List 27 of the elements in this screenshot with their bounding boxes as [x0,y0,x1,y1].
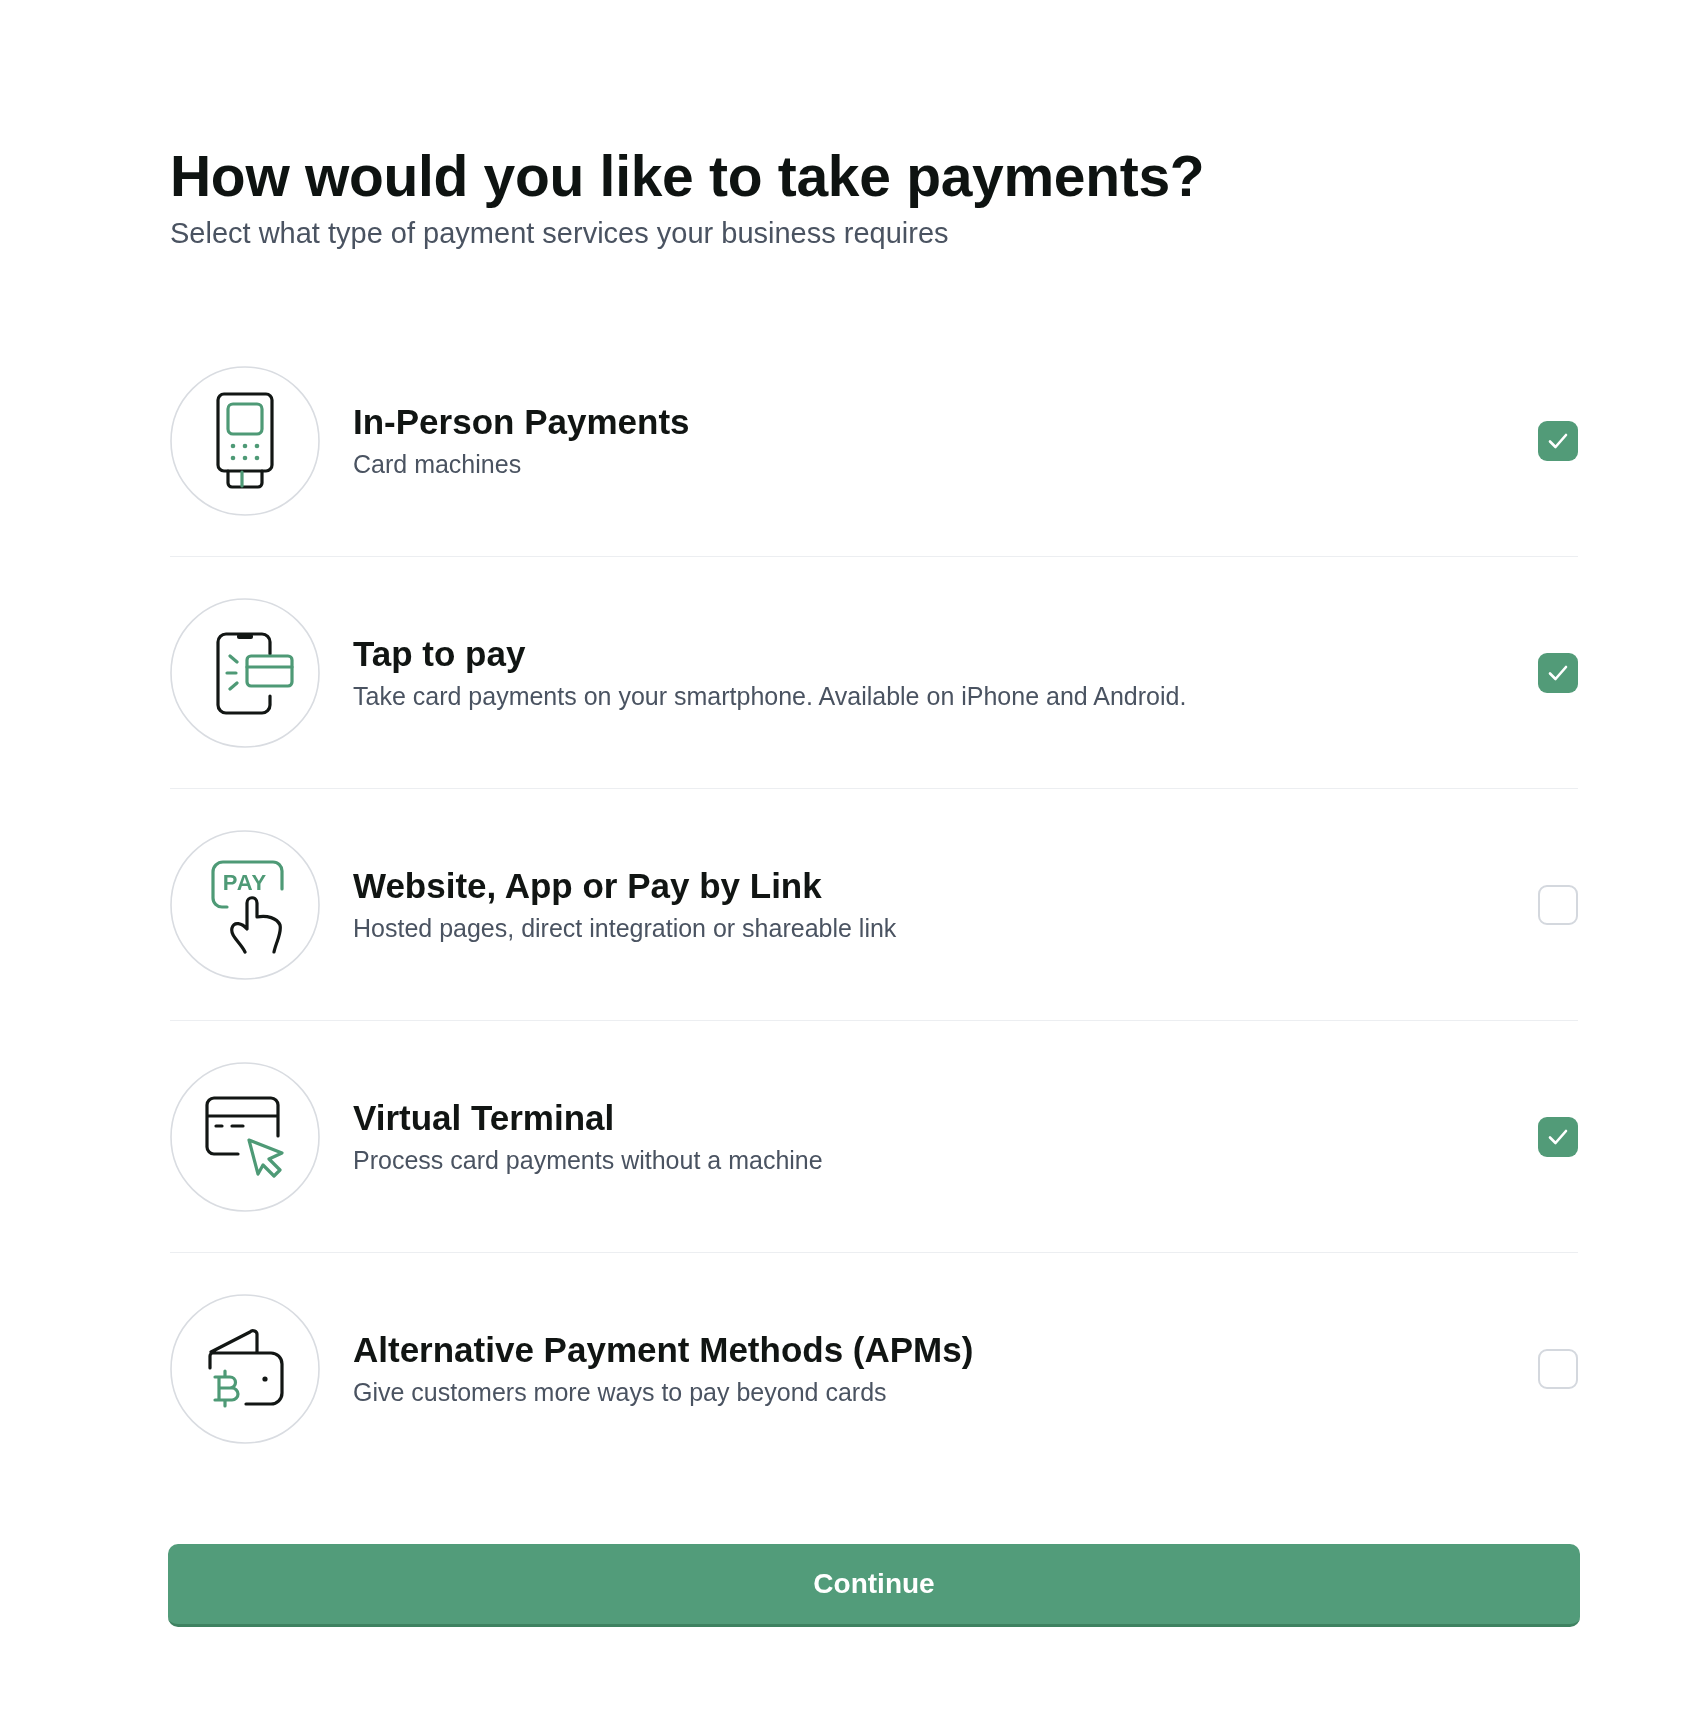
card-terminal-icon [170,366,320,517]
phone-card-icon [170,598,320,749]
option-description: Give customers more ways to pay beyond cards [353,1377,888,1409]
option-description: Take card payments on your smartphone. Available on iPhone and Android. [353,681,1188,713]
option-description: Card machines [353,449,523,481]
continue-button[interactable]: Continue [168,1544,1580,1628]
pointing-hand-icon [230,896,282,954]
bitcoin-wallet-icon [170,1294,320,1445]
option-title: In-Person Payments [353,400,691,443]
page-heading: How would you like to take payments? [170,143,1206,210]
pay-label: PAY [222,869,268,895]
option-description: Hosted pages, direct integration or shareable link [353,913,898,945]
checkbox[interactable] [1538,1117,1578,1158]
checkmark-icon [1548,1129,1568,1146]
checkmark-icon [1548,665,1568,682]
option-title: Website, App or Pay by Link [353,864,823,907]
option-title: Virtual Terminal [353,1096,616,1139]
option-title: Tap to pay [353,632,527,675]
option-title: Alternative Payment Methods (APMs) [353,1328,975,1371]
option-description: Process card payments without a machine [353,1145,824,1177]
checkbox[interactable] [1538,421,1578,462]
checkmark-icon [1548,433,1568,450]
card-cursor-icon [170,1062,320,1213]
page-subheading: Select what type of payment services your business requires [170,216,950,252]
checkbox[interactable] [1538,1349,1578,1390]
checkbox[interactable] [1538,885,1578,926]
checkbox[interactable] [1538,653,1578,694]
